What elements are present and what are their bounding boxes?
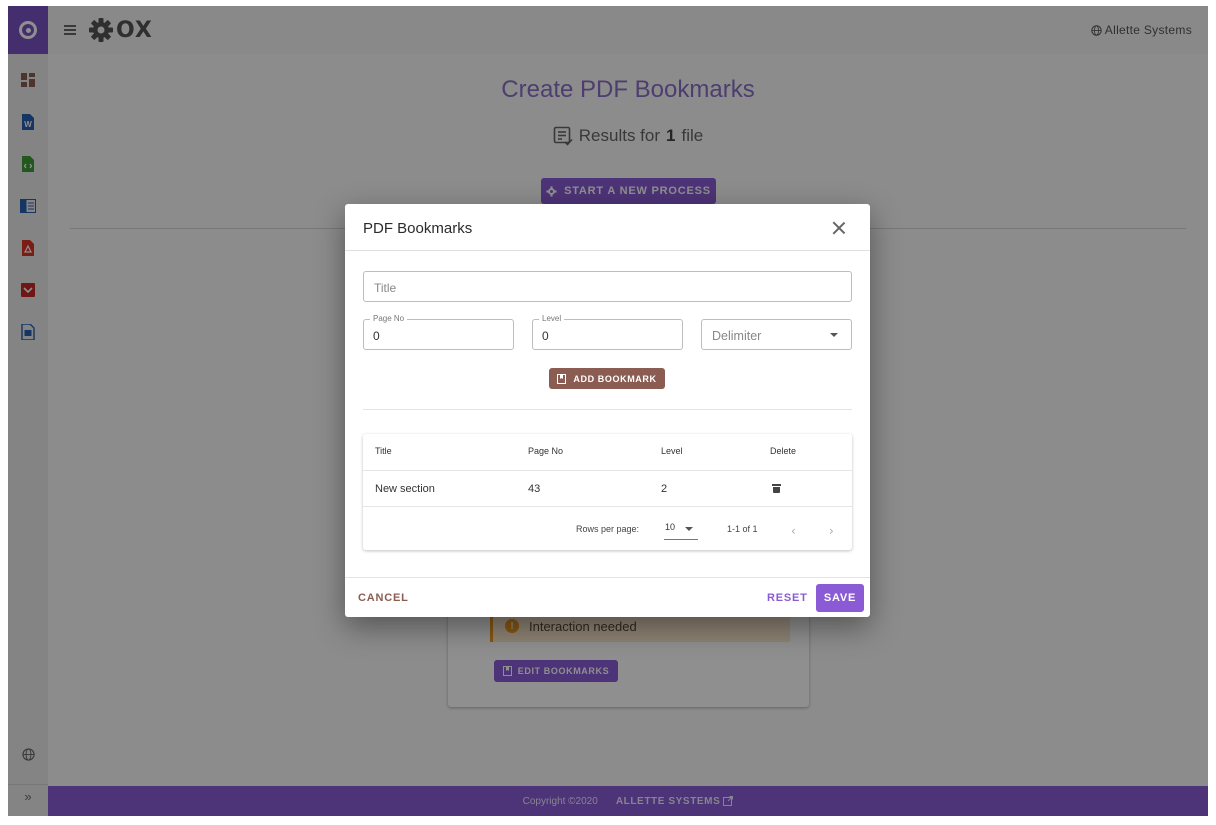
level-label: Level bbox=[539, 314, 565, 323]
level-input[interactable]: Level 0 bbox=[532, 314, 683, 350]
bookmarks-table: Title Page No Level Delete New section 4… bbox=[363, 434, 852, 550]
page-no-input[interactable]: Page No 0 bbox=[363, 314, 514, 350]
rows-per-page-value: 10 bbox=[665, 522, 676, 532]
add-bookmark-label: ADD BOOKMARK bbox=[573, 373, 657, 384]
pdf-bookmarks-dialog: PDF Bookmarks Title Page No 0 Level 0 De… bbox=[345, 204, 870, 617]
row-level: 2 bbox=[661, 483, 668, 495]
bookmark-title-input[interactable]: Title bbox=[363, 271, 852, 302]
next-page-icon[interactable]: › bbox=[829, 524, 834, 538]
column-header-delete: Delete bbox=[770, 446, 797, 456]
delimiter-select[interactable]: Delimiter bbox=[701, 319, 852, 350]
add-bookmark-button[interactable]: ADD BOOKMARK bbox=[549, 368, 665, 389]
delete-row-icon[interactable] bbox=[772, 484, 781, 493]
column-header-page-no: Page No bbox=[528, 446, 564, 456]
bookmark-icon bbox=[557, 373, 567, 384]
page-no-label: Page No bbox=[370, 314, 408, 323]
page-no-value: 0 bbox=[373, 329, 380, 343]
chevron-down-icon bbox=[830, 333, 838, 337]
header-divider bbox=[363, 470, 852, 471]
dialog-header: PDF Bookmarks bbox=[345, 204, 870, 251]
dialog-title: PDF Bookmarks bbox=[363, 220, 473, 237]
close-icon[interactable] bbox=[832, 221, 846, 235]
column-header-title: Title bbox=[375, 446, 392, 456]
level-value: 0 bbox=[542, 329, 549, 343]
save-button[interactable]: SAVE bbox=[816, 584, 864, 612]
rows-per-page-select[interactable]: 10 bbox=[664, 522, 698, 540]
delimiter-placeholder: Delimiter bbox=[712, 329, 762, 343]
column-header-level: Level bbox=[661, 446, 683, 456]
footer-divider bbox=[345, 577, 870, 578]
pagination-range: 1-1 of 1 bbox=[727, 524, 758, 534]
row-page-no: 43 bbox=[528, 483, 541, 495]
title-placeholder: Title bbox=[374, 281, 397, 295]
previous-page-icon[interactable]: ‹ bbox=[791, 524, 796, 538]
rows-per-page-label: Rows per page: bbox=[576, 524, 640, 534]
dialog-separator bbox=[363, 409, 852, 410]
chevron-down-icon bbox=[685, 527, 693, 531]
row-title: New section bbox=[375, 483, 435, 495]
row-divider bbox=[363, 506, 852, 507]
reset-button[interactable]: RESET bbox=[767, 592, 808, 604]
cancel-button[interactable]: CANCEL bbox=[358, 592, 409, 604]
